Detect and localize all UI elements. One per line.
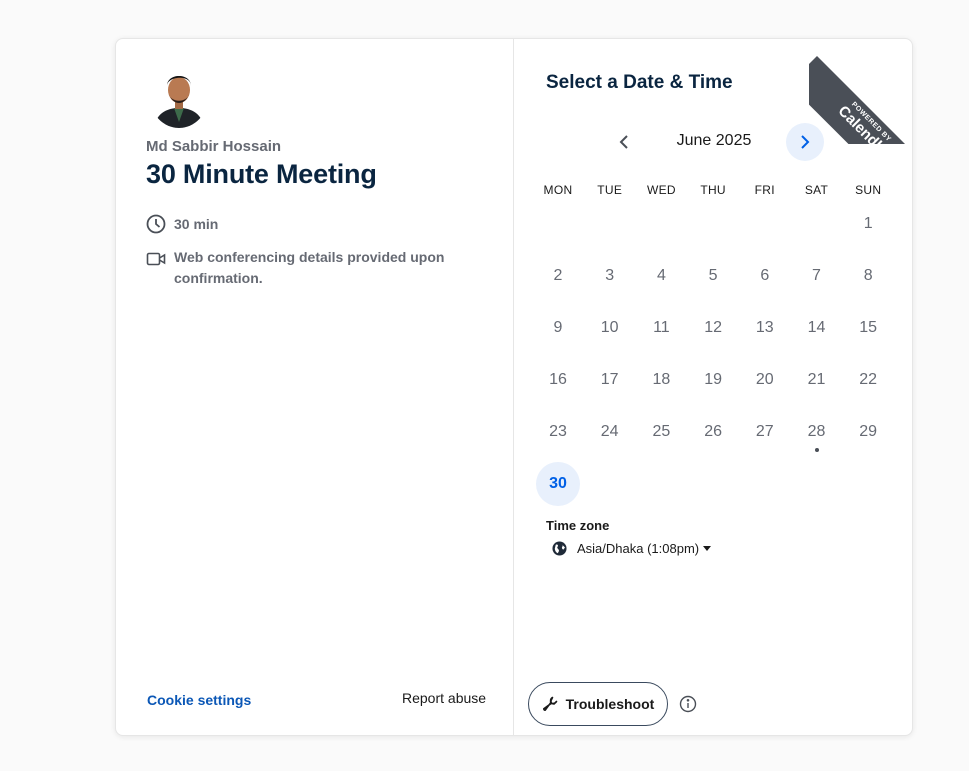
caret-down-icon [703, 546, 712, 551]
conferencing-text: Web conferencing details provided upon c… [174, 249, 445, 286]
weekday-label: SUN [855, 183, 882, 197]
calendar-day: 26 [704, 423, 722, 440]
host-avatar [150, 66, 208, 128]
video-camera-icon [146, 252, 166, 266]
calendar-day: 23 [549, 423, 567, 440]
wrench-icon [542, 696, 557, 711]
weekday-label: TUE [597, 183, 623, 197]
duration-detail: 30 min [146, 214, 218, 235]
calendar-day: 1 [863, 215, 873, 232]
troubleshoot-button[interactable]: Troubleshoot [528, 682, 668, 726]
event-title: 30 Minute Meeting [146, 159, 377, 189]
calendar-day: 17 [600, 371, 619, 388]
weekday-label: SAT [804, 183, 829, 197]
calendar-day: 3 [605, 267, 615, 284]
current-month: June 2025 [676, 132, 752, 149]
info-icon[interactable] [679, 695, 697, 713]
weekday-label: FRI [754, 183, 775, 197]
weekday-label: WED [646, 183, 676, 197]
calendar-day: 2 [553, 267, 563, 284]
calendar-day: 9 [553, 319, 563, 336]
calendar-day: 18 [652, 371, 671, 388]
calendar-day: 5 [708, 267, 718, 284]
calendar-day: 4 [656, 267, 666, 284]
calendar-day: 29 [859, 423, 878, 440]
scheduler-title: Select a Date & Time [546, 72, 733, 93]
next-month-button[interactable] [786, 123, 824, 161]
calendar-day: 28 [795, 410, 839, 454]
clock-icon [146, 214, 166, 234]
cookie-settings-link[interactable]: Cookie settings [147, 692, 251, 708]
chevron-right-icon [801, 135, 810, 149]
calendar-day: 16 [549, 371, 567, 388]
calendar-day: 10 [600, 319, 619, 336]
calendar-day: 7 [812, 267, 821, 284]
calendar-day: 19 [704, 371, 722, 388]
report-abuse-link[interactable]: Report abuse [402, 690, 486, 706]
previous-month-button[interactable] [609, 127, 639, 157]
chevron-left-icon [619, 135, 628, 149]
powered-by-calendly-badge[interactable]: POWERED BY Calendly [809, 39, 912, 144]
calendar-day: 25 [652, 423, 671, 440]
globe-icon [552, 541, 567, 556]
timezone-value: Asia/Dhaka (1:08pm) [577, 541, 700, 556]
weekday-label: MON [543, 183, 573, 197]
calendar-day: 6 [760, 267, 770, 284]
calendar-day: 8 [863, 267, 873, 284]
calendar-day: 15 [859, 319, 878, 336]
weekday-label: THU [700, 183, 726, 197]
booking-card: Md Sabbir Hossain 30 Minute Meeting 30 m… [115, 38, 913, 736]
timezone-select[interactable]: Asia/Dhaka (1:08pm) [552, 541, 712, 556]
event-details-panel: Md Sabbir Hossain 30 Minute Meeting 30 m… [116, 39, 514, 735]
calendar-day: 11 [653, 319, 670, 336]
calendar-day: 22 [859, 371, 878, 388]
today-indicator [814, 448, 819, 452]
conferencing-detail: Web conferencing details provided upon c… [146, 247, 446, 289]
timezone-label: Time zone [546, 518, 610, 533]
calendar-day: 21 [807, 371, 826, 388]
calendar-day: 27 [755, 423, 774, 440]
calendar-day: 14 [807, 319, 826, 336]
calendar-day: 12 [704, 319, 722, 336]
scheduler-panel: Select a Date & Time POWERED BY Calendly… [514, 39, 912, 735]
calendar-day-available[interactable]: 30 [536, 462, 580, 506]
host-name: Md Sabbir Hossain [146, 138, 282, 155]
troubleshoot-label: Troubleshoot [565, 696, 655, 712]
calendar-day: 24 [600, 423, 619, 440]
calendar-day: 20 [755, 371, 774, 388]
duration-text: 30 min [174, 216, 219, 232]
calendar-day: 13 [755, 319, 774, 336]
